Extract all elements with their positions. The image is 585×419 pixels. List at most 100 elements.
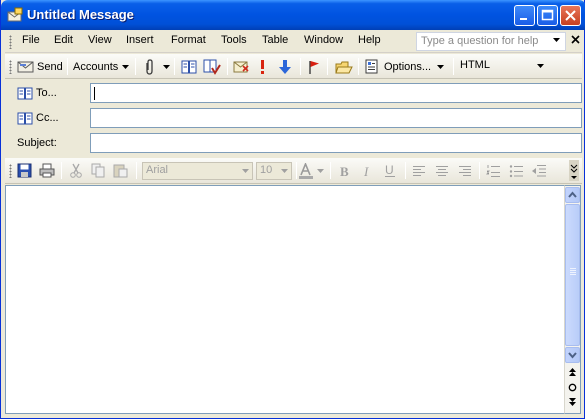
- copy-button: [91, 162, 106, 179]
- cc-row: Cc...: [5, 106, 582, 130]
- separator: [61, 162, 62, 179]
- red-flag-icon: [309, 60, 319, 74]
- previous-object-icon[interactable]: [568, 367, 577, 377]
- envelope-flag-icon: [233, 61, 249, 72]
- copy-icon: [91, 163, 105, 178]
- standard-toolbar: Send Accounts Options... HTML: [5, 54, 582, 79]
- paperclip-icon: [146, 58, 153, 75]
- chevron-down-icon[interactable]: [553, 38, 560, 42]
- menu-format[interactable]: Format: [171, 34, 206, 46]
- numbering-button: [486, 162, 501, 179]
- chevron-overflow-icon: [570, 164, 578, 179]
- separator: [296, 162, 297, 179]
- next-object-icon[interactable]: [568, 397, 577, 407]
- menu-tools[interactable]: Tools: [221, 34, 247, 46]
- bullets-button: [509, 162, 524, 179]
- italic-button: I: [362, 162, 374, 179]
- separator: [174, 58, 175, 75]
- separator: [330, 162, 331, 179]
- address-book-button[interactable]: [181, 58, 197, 75]
- toolbar-grip[interactable]: [9, 60, 12, 74]
- arrow-down-icon: [568, 352, 577, 359]
- separator: [327, 58, 328, 75]
- options-button[interactable]: Options...: [365, 58, 445, 75]
- permissions-button[interactable]: [335, 58, 353, 75]
- scroll-thumb[interactable]: [565, 204, 580, 346]
- cc-button[interactable]: Cc...: [36, 112, 59, 124]
- low-importance-button[interactable]: [279, 58, 291, 75]
- separator: [67, 58, 68, 75]
- address-book-icon[interactable]: [17, 87, 33, 100]
- paste-icon: [113, 164, 128, 178]
- close-document-icon[interactable]: [571, 35, 580, 44]
- chevron-down-icon: [281, 169, 288, 173]
- menu-view[interactable]: View: [88, 34, 112, 46]
- minimize-button[interactable]: [514, 5, 535, 26]
- accounts-label: Accounts: [73, 60, 119, 73]
- menu-help[interactable]: Help: [358, 34, 381, 46]
- accounts-button[interactable]: Accounts: [73, 58, 130, 75]
- underline-icon: U: [385, 163, 395, 177]
- select-browse-object-icon[interactable]: [568, 383, 577, 392]
- font-color-icon: [299, 162, 313, 179]
- menu-bar: File Edit View Insert Format Tools Table…: [5, 30, 582, 53]
- cc-field[interactable]: [90, 108, 582, 128]
- print-button[interactable]: [39, 162, 55, 179]
- title-bar[interactable]: Untitled Message: [1, 0, 585, 30]
- close-button[interactable]: [560, 5, 581, 26]
- chevron-down-icon: [437, 64, 445, 69]
- subject-row: Subject:: [5, 131, 582, 155]
- underline-button: U: [384, 162, 396, 179]
- align-right-icon: [459, 165, 471, 176]
- printer-icon: [39, 163, 55, 178]
- svg-text:I: I: [363, 164, 369, 178]
- font-size-value: 10: [260, 164, 273, 176]
- check-names-button[interactable]: [203, 58, 221, 75]
- message-format-value: HTML: [460, 59, 490, 71]
- scroll-up-button[interactable]: [565, 187, 580, 203]
- to-button[interactable]: To...: [36, 87, 57, 99]
- maximize-button[interactable]: [537, 5, 558, 26]
- menu-window[interactable]: Window: [304, 34, 343, 46]
- text-caret: [94, 87, 95, 100]
- check-names-icon: [203, 59, 221, 75]
- to-field[interactable]: [90, 83, 582, 103]
- menu-file[interactable]: File: [22, 34, 40, 46]
- bulleted-list-icon: [509, 164, 523, 177]
- menu-table[interactable]: Table: [262, 34, 288, 46]
- address-book-icon[interactable]: [17, 112, 33, 125]
- help-search-input[interactable]: Type a question for help: [416, 32, 566, 51]
- message-format-select[interactable]: HTML: [456, 57, 548, 75]
- close-icon: [565, 10, 576, 21]
- options-icon: [365, 59, 378, 74]
- menu-insert[interactable]: Insert: [126, 34, 154, 46]
- grip-lines-icon: [570, 268, 576, 275]
- flag-message-button[interactable]: [233, 58, 249, 75]
- scissors-icon: [70, 163, 82, 178]
- send-button[interactable]: Send: [17, 58, 63, 75]
- envelope-app-icon: [7, 7, 23, 22]
- high-importance-button[interactable]: [258, 58, 266, 75]
- send-icon: [17, 61, 34, 72]
- toolbar-grip[interactable]: [9, 164, 12, 178]
- align-left-icon: [413, 165, 425, 176]
- menu-grip[interactable]: [9, 35, 12, 49]
- save-icon: [17, 163, 32, 178]
- vertical-scrollbar[interactable]: [564, 185, 581, 414]
- separator: [135, 58, 136, 75]
- toolbar-overflow-button[interactable]: [569, 160, 579, 181]
- scroll-down-button[interactable]: [565, 347, 580, 363]
- save-button[interactable]: [17, 162, 32, 179]
- attach-file-button[interactable]: [143, 58, 170, 75]
- chevron-down-icon: [537, 64, 544, 68]
- open-folder-icon: [335, 61, 353, 73]
- bold-button: B: [339, 162, 351, 179]
- svg-text:U: U: [385, 163, 394, 177]
- maximize-icon: [541, 9, 554, 21]
- paste-button: [113, 162, 129, 179]
- menu-edit[interactable]: Edit: [54, 34, 73, 46]
- message-body-editor[interactable]: [5, 185, 564, 414]
- follow-up-flag-button[interactable]: [307, 58, 321, 75]
- subject-field[interactable]: [90, 133, 582, 153]
- options-label: Options...: [384, 60, 432, 73]
